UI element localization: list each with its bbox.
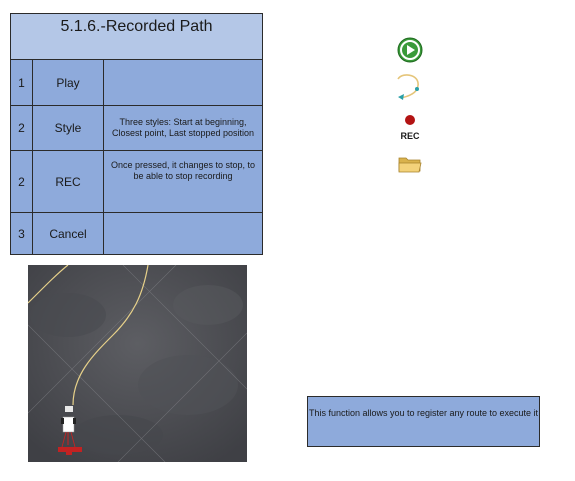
play-icon[interactable] bbox=[397, 37, 423, 68]
folder-icon[interactable] bbox=[398, 155, 422, 178]
record-label: REC bbox=[400, 131, 420, 141]
table-title: 5.1.6.-Recorded Path bbox=[11, 14, 262, 60]
record-button[interactable]: REC bbox=[397, 113, 423, 141]
recorded-path-table: 5.1.6.-Recorded Path 1 Play 2 Style Thre… bbox=[10, 13, 263, 255]
row-function-name: REC bbox=[33, 151, 104, 212]
row-function-name: Style bbox=[33, 106, 104, 150]
table-row: 2 Style Three styles: Start at beginning… bbox=[11, 106, 262, 151]
recorded-path-map bbox=[28, 265, 247, 462]
table-row: 3 Cancel bbox=[11, 213, 262, 254]
row-description bbox=[104, 60, 262, 105]
row-description: Three styles: Start at beginning, Closes… bbox=[111, 117, 255, 138]
row-function-name: Cancel bbox=[33, 213, 104, 254]
row-number: 2 bbox=[11, 106, 33, 150]
info-note: This function allows you to register any… bbox=[307, 396, 540, 447]
row-function-name: Play bbox=[33, 60, 104, 105]
row-description: Once pressed, it changes to stop, to be … bbox=[110, 160, 256, 181]
table-row: 1 Play bbox=[11, 60, 262, 106]
row-number: 2 bbox=[11, 151, 33, 212]
table-row: 2 REC Once pressed, it changes to stop, … bbox=[11, 151, 262, 213]
row-number: 1 bbox=[11, 60, 33, 105]
record-icon bbox=[405, 115, 415, 125]
path-style-icon[interactable] bbox=[395, 73, 425, 108]
row-number: 3 bbox=[11, 213, 33, 254]
row-description bbox=[104, 213, 262, 254]
